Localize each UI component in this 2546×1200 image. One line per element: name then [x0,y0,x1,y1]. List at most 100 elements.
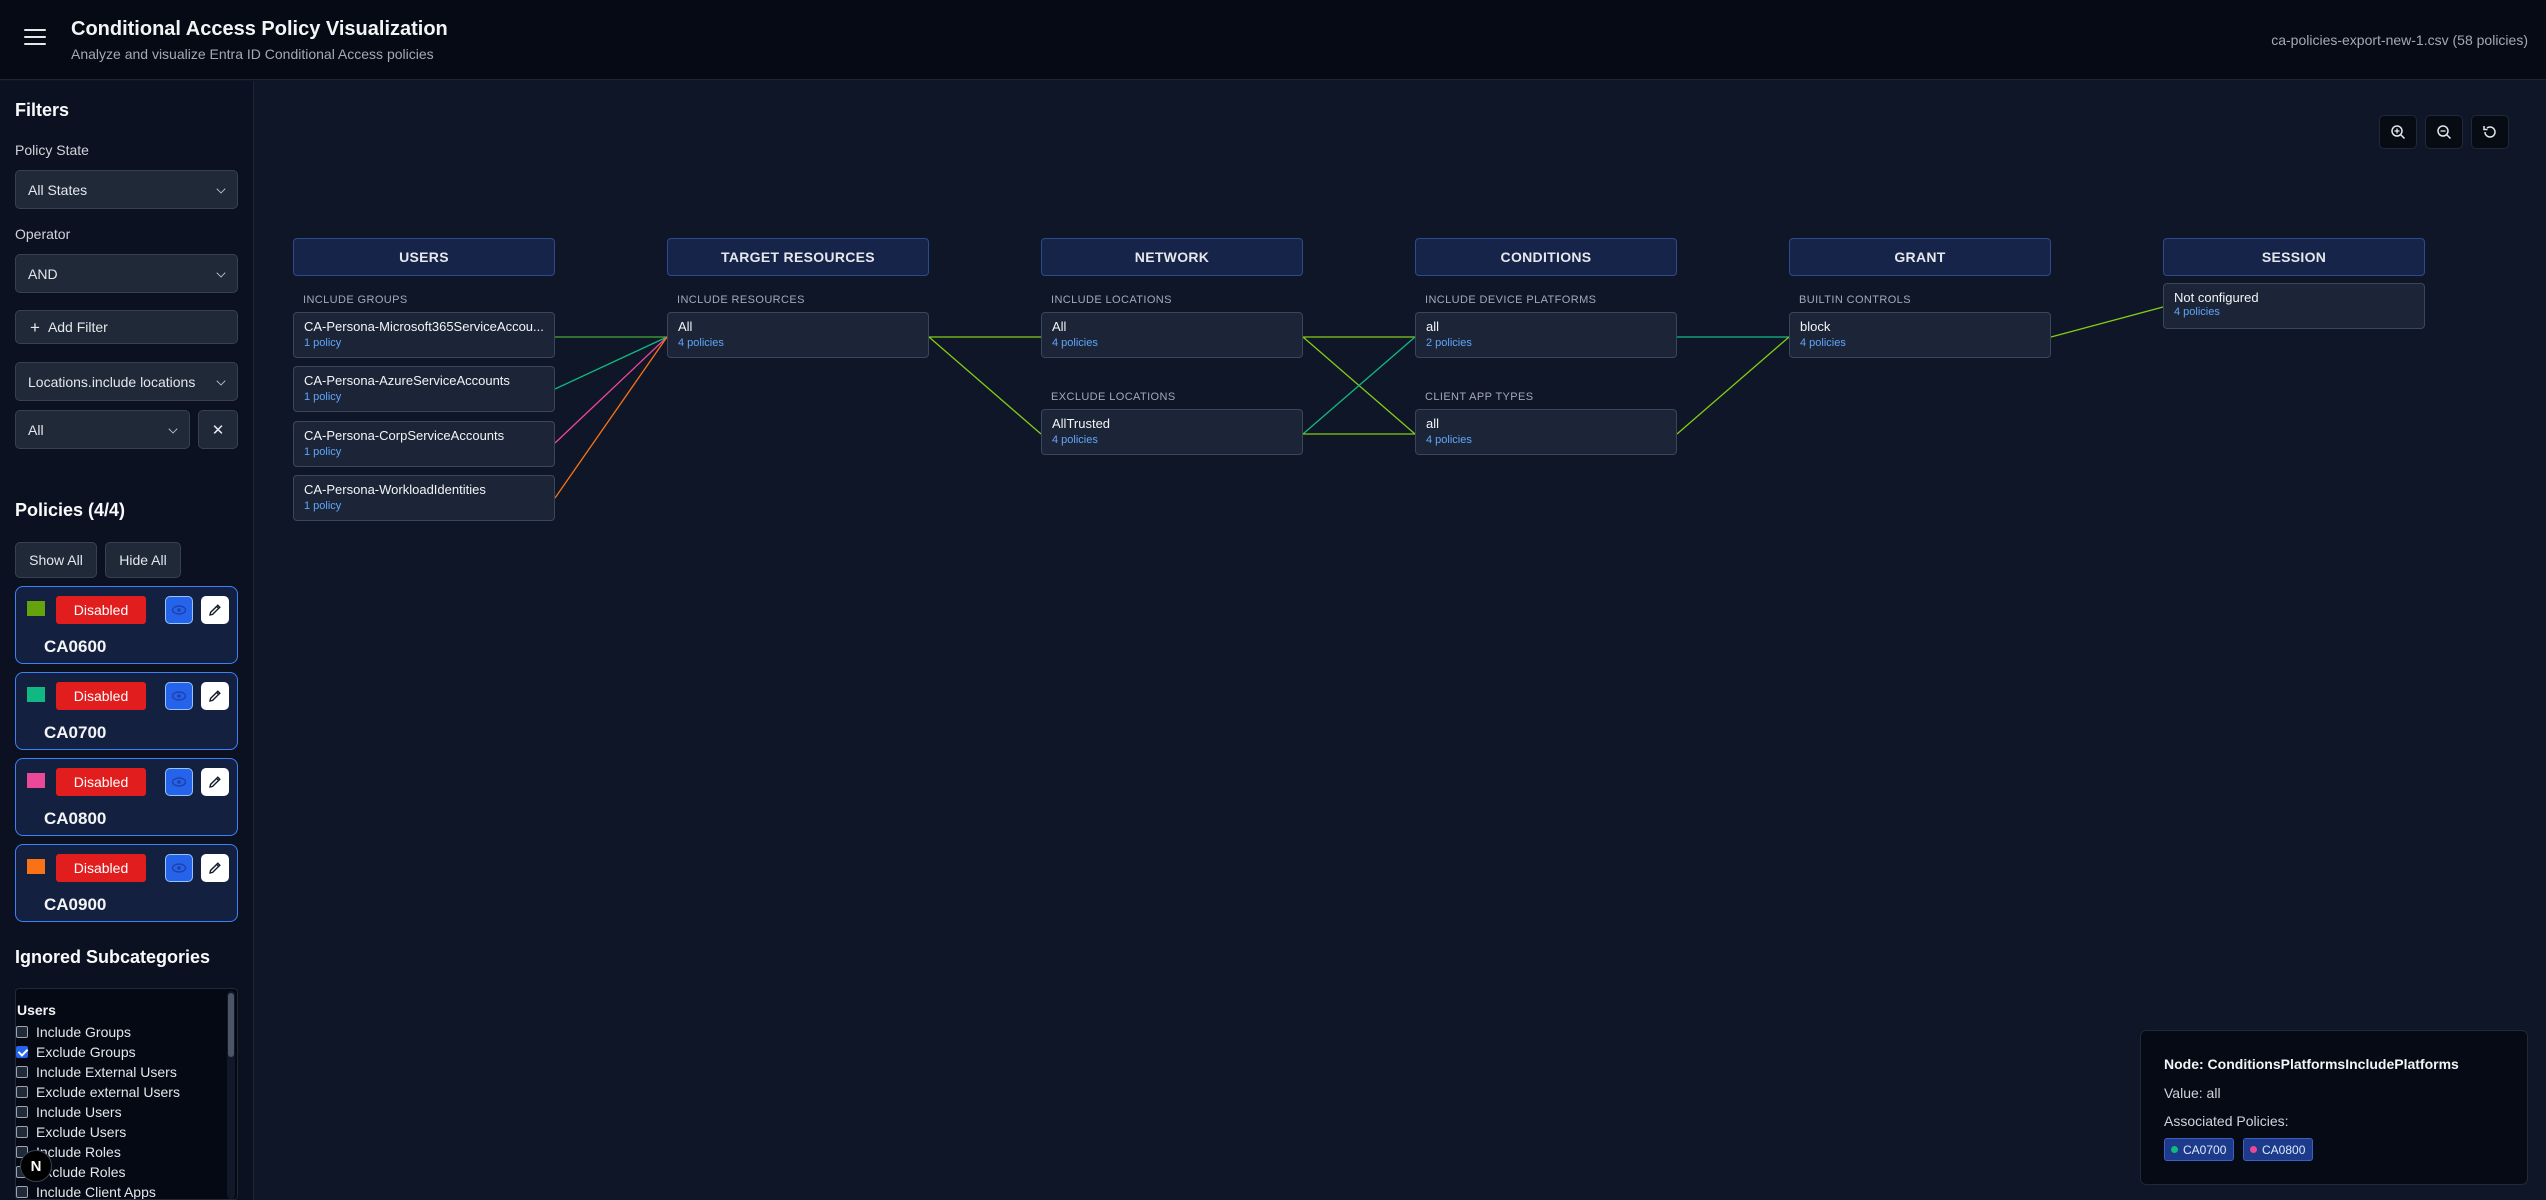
app-subtitle: Analyze and visualize Entra ID Condition… [71,46,434,62]
node-resources-all[interactable]: All 4 policies [667,312,929,358]
pencil-icon [209,604,221,616]
edit-button[interactable] [201,682,229,710]
edit-button[interactable] [201,596,229,624]
node-title: All [1052,319,1067,334]
ignored-item-label: Include Groups [36,1024,131,1040]
checkbox[interactable] [16,1046,28,1058]
column-network: NETWORK [1041,238,1303,276]
edit-button[interactable] [201,854,229,882]
ignored-subcategory-item[interactable]: Include Client Apps [16,1183,156,1199]
filter-value-select[interactable]: All [15,410,190,449]
column-conditions: CONDITIONS [1415,238,1677,276]
visibility-toggle-button[interactable] [165,596,193,624]
edge [554,336,668,499]
chevron-down-icon [216,184,226,194]
add-filter-button[interactable]: + Add Filter [15,310,238,344]
chevron-down-icon [216,268,226,278]
node-title: AllTrusted [1052,416,1111,431]
policy-state-select[interactable]: All States [15,170,238,209]
pencil-icon [209,776,221,788]
node-grant-block[interactable]: block 4 policies [1789,312,2051,358]
tooltip-node-name: Node: ConditionsPlatformsIncludePlatform… [2164,1056,2459,1072]
node-platforms-all[interactable]: all 2 policies [1415,312,1677,358]
checkbox[interactable] [16,1026,28,1038]
eye-icon [171,777,187,787]
add-filter-label: Add Filter [47,319,108,335]
visibility-toggle-button[interactable] [165,682,193,710]
chevron-down-icon [216,376,226,386]
policy-card[interactable]: Disabled CA0900 [15,844,238,922]
checkbox[interactable] [16,1086,28,1098]
checkbox[interactable] [16,1186,28,1198]
visibility-toggle-button[interactable] [165,854,193,882]
node-count: 4 policies [1052,337,1098,349]
node-count: 1 policy [304,500,342,512]
policy-card[interactable]: Disabled CA0600 [15,586,238,664]
node-group-m365[interactable]: CA-Persona-Microsoft365ServiceAccou... 1… [293,312,555,358]
show-all-button[interactable]: Show All [15,542,97,578]
status-badge: Disabled [56,768,146,796]
node-title: CA-Persona-CorpServiceAccounts [304,428,505,443]
status-badge: Disabled [56,854,146,882]
close-icon: ✕ [211,421,225,439]
ignored-subcategory-item[interactable]: Exclude external Users [16,1083,180,1101]
policy-name: CA0800 [44,809,107,828]
node-count: 4 policies [1800,337,1846,349]
node-locations-alltrusted[interactable]: AllTrusted 4 policies [1041,409,1303,455]
node-count: 2 policies [1426,337,1472,349]
node-locations-all[interactable]: All 4 policies [1041,312,1303,358]
policy-card[interactable]: Disabled CA0800 [15,758,238,836]
app-badge[interactable]: N [20,1150,52,1182]
node-group-azure[interactable]: CA-Persona-AzureServiceAccounts 1 policy [293,366,555,412]
scrollbar-thumb[interactable] [228,993,234,1057]
status-badge: Disabled [56,682,146,710]
ignored-subcategory-item[interactable]: Exclude Groups [16,1043,136,1061]
node-client-apps-all[interactable]: all 4 policies [1415,409,1677,455]
checkbox[interactable] [16,1126,28,1138]
node-group-workload[interactable]: CA-Persona-WorkloadIdentities 1 policy [293,475,555,521]
checkbox[interactable] [16,1106,28,1118]
policy-chip: CA0700 [2164,1138,2235,1161]
column-target-resources: TARGET RESOURCES [667,238,929,276]
tooltip-associated-label: Associated Policies: [2164,1113,2289,1129]
operator-value: AND [28,266,58,282]
pencil-icon [209,862,221,874]
policy-state-value: All States [28,182,88,198]
remove-filter-button[interactable]: ✕ [198,410,238,449]
menu-icon[interactable] [24,29,46,49]
node-title: CA-Persona-AzureServiceAccounts [304,373,510,388]
eye-icon [171,605,187,615]
filter-field-select[interactable]: Locations.include locations [15,362,238,401]
policy-name: CA0700 [44,723,107,742]
filters-heading: Filters [15,100,70,120]
ignored-subcategory-item[interactable]: Include Users [16,1103,122,1121]
ignored-item-label: Exclude external Users [36,1084,180,1100]
node-title: block [1800,319,1831,334]
visibility-toggle-button[interactable] [165,768,193,796]
policy-card[interactable]: Disabled CA0700 [15,672,238,750]
hide-all-button[interactable]: Hide All [105,542,181,578]
edit-button[interactable] [201,768,229,796]
node-session-not-configured[interactable]: Not configured 4 policies [2163,283,2425,329]
ignored-subcategory-item[interactable]: Include External Users [16,1063,177,1081]
policy-name: CA0600 [44,637,107,656]
operator-select[interactable]: AND [15,254,238,293]
sidebar: Filters Policy State All States Operator… [0,81,254,1200]
edge [1676,336,1790,435]
eye-icon [171,863,187,873]
column-grant: GRANT [1789,238,2051,276]
checkbox[interactable] [16,1066,28,1078]
node-count: 4 policies [1426,434,1472,446]
edge [928,336,1042,435]
policy-color-dot [2171,1146,2178,1153]
ignored-item-label: Exclude Users [36,1124,127,1140]
chip-label: CA0800 [2262,1142,2306,1157]
file-info: ca-policies-export-new-1.csv (58 policie… [2271,32,2528,48]
ignored-subcategory-item[interactable]: Include Groups [16,1023,131,1041]
node-count: 4 policies [2174,306,2220,318]
ignored-subcategory-item[interactable]: Exclude Users [16,1123,126,1141]
chevron-down-icon [168,424,178,434]
node-group-corp[interactable]: CA-Persona-CorpServiceAccounts 1 policy [293,421,555,467]
policies-heading: Policies (4/4) [15,500,126,520]
node-count: 1 policy [304,391,342,403]
